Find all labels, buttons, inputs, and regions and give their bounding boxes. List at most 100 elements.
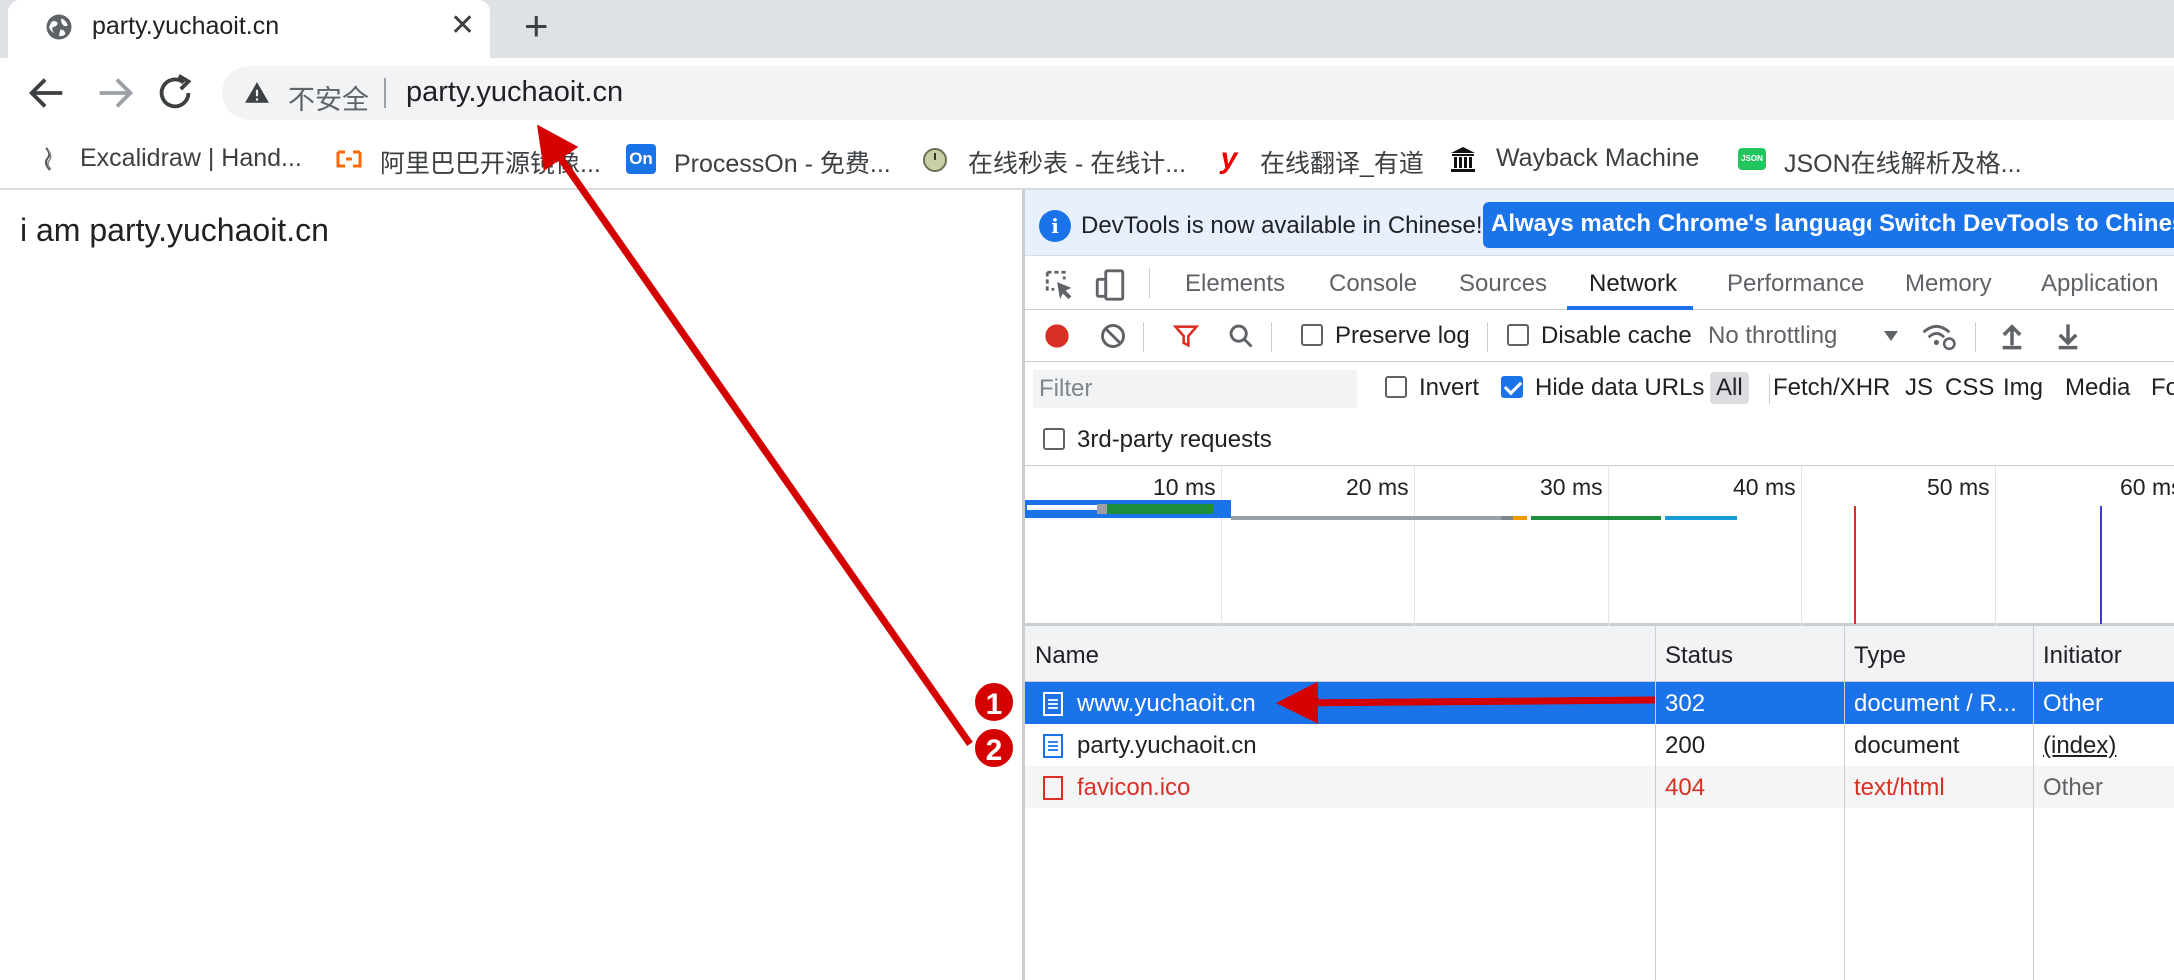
column-type[interactable]: Type: [1854, 642, 1906, 670]
file-error-icon: [1043, 776, 1063, 800]
switch-chinese-button[interactable]: Switch DevTools to Chinese: [1871, 202, 2174, 248]
type-filter-js[interactable]: JS: [1905, 374, 1933, 402]
back-arrow-icon[interactable]: [24, 70, 70, 116]
infobar-message: DevTools is now available in Chinese!: [1081, 212, 1483, 239]
tab-sources[interactable]: Sources: [1459, 270, 1547, 298]
page-body-text: i am party.yuchaoit.cn: [20, 212, 329, 248]
tab-memory[interactable]: Memory: [1905, 270, 1992, 298]
omnibox-divider: [384, 78, 386, 108]
filter-bar: Invert Hide data URLs All Fetch/XHR JS C…: [1025, 362, 2174, 416]
caret-down-icon[interactable]: [1883, 330, 1899, 342]
devtools-infobar: i DevTools is now available in Chinese! …: [1025, 190, 2174, 256]
stopwatch-icon: [923, 148, 947, 172]
excalidraw-icon: [45, 147, 52, 171]
toolbar-divider: [1487, 322, 1488, 352]
export-har-icon[interactable]: [2055, 322, 2081, 350]
document-icon: [1043, 734, 1063, 758]
tab-title: party.yuchaoit.cn: [92, 12, 280, 40]
inspect-element-icon[interactable]: [1043, 268, 1077, 302]
clear-icon[interactable]: [1099, 322, 1127, 350]
tab-performance[interactable]: Performance: [1727, 270, 1864, 298]
close-tab-icon[interactable]: ✕: [450, 8, 475, 43]
column-initiator[interactable]: Initiator: [2043, 642, 2122, 670]
address-bar[interactable]: 不安全 party.yuchaoit.cn: [222, 66, 2174, 120]
third-party-checkbox[interactable]: [1043, 428, 1065, 450]
alibaba-icon: [336, 150, 362, 168]
tab-elements[interactable]: Elements: [1185, 270, 1285, 298]
browser-toolbar: 不安全 party.yuchaoit.cn: [0, 58, 2174, 128]
hide-data-urls-label: Hide data URLs: [1535, 374, 1705, 401]
hide-data-urls-checkbox[interactable]: [1501, 376, 1523, 398]
bookmarks-bar: Excalidraw | Hand... 阿里巴巴开源镜像... On Proc…: [0, 128, 2174, 190]
network-conditions-icon[interactable]: [1921, 320, 1957, 352]
new-tab-button[interactable]: +: [524, 2, 549, 50]
preserve-log-checkbox[interactable]: [1301, 324, 1323, 346]
import-har-icon[interactable]: [1999, 322, 2025, 350]
type-filter-font[interactable]: Fo: [2151, 374, 2174, 402]
row-type: document: [1854, 732, 1960, 759]
row-name: favicon.ico: [1077, 774, 1191, 801]
tab-network[interactable]: Network: [1589, 270, 1677, 298]
annotation-badge-2: 2: [972, 726, 1016, 770]
type-filter-img[interactable]: Img: [2003, 374, 2043, 402]
tab-console[interactable]: Console: [1329, 270, 1417, 298]
row-name: party.yuchaoit.cn: [1077, 732, 1257, 759]
column-divider[interactable]: [1655, 626, 1656, 980]
forward-arrow-icon[interactable]: [92, 70, 138, 116]
url-text[interactable]: party.yuchaoit.cn: [406, 76, 623, 109]
processon-icon: On: [626, 144, 656, 174]
tab-application[interactable]: Application: [2041, 270, 2158, 298]
filter-input[interactable]: [1033, 370, 1357, 408]
record-icon[interactable]: [1043, 322, 1071, 350]
row-status: 302: [1665, 690, 1706, 717]
type-filter-css[interactable]: CSS: [1945, 374, 1994, 402]
youdao-icon: y: [1220, 142, 1238, 175]
wayback-icon: [1451, 147, 1475, 172]
type-filter-media[interactable]: Media: [2065, 374, 2130, 402]
info-icon: i: [1039, 210, 1071, 242]
table-row[interactable]: favicon.ico 404 text/html Other: [1025, 766, 2174, 808]
globe-icon: [46, 14, 72, 40]
annotation-badge-1: 1: [972, 680, 1016, 724]
not-secure-label[interactable]: 不安全: [288, 78, 369, 117]
browser-tab[interactable]: party.yuchaoit.cn ✕: [8, 0, 490, 58]
column-status[interactable]: Status: [1665, 642, 1733, 670]
device-toolbar-icon[interactable]: [1093, 268, 1127, 302]
match-language-button[interactable]: Always match Chrome's language: [1483, 202, 1888, 248]
network-timeline[interactable]: 10 ms 20 ms 30 ms 40 ms 50 ms 60 ms: [1025, 466, 2174, 626]
toolbar-divider: [1143, 322, 1144, 352]
toolbar-divider: [1975, 322, 1976, 352]
third-party-label: 3rd-party requests: [1077, 426, 1272, 453]
json-icon: JSON: [1738, 148, 1766, 170]
row-initiator: Other: [2043, 774, 2104, 801]
devtools-tab-bar: Elements Console Sources Network Perform…: [1025, 256, 2174, 310]
warning-triangle-icon[interactable]: [244, 80, 270, 106]
type-filter-fetch[interactable]: Fetch/XHR: [1773, 374, 1890, 402]
invert-checkbox[interactable]: [1385, 376, 1407, 398]
network-toolbar: Preserve log Disable cache No throttling: [1025, 310, 2174, 362]
column-name[interactable]: Name: [1035, 642, 1099, 670]
requests-table-header: Name Status Type Initiator: [1025, 626, 2174, 682]
row-initiator: Other: [2043, 690, 2104, 717]
type-filter-all[interactable]: All: [1710, 372, 1749, 404]
toolbar-divider: [1149, 268, 1150, 298]
devtools-panel: i DevTools is now available in Chinese! …: [1022, 190, 2174, 980]
disable-cache-checkbox[interactable]: [1507, 324, 1529, 346]
search-icon[interactable]: [1227, 322, 1255, 350]
column-divider[interactable]: [1844, 626, 1845, 980]
table-row[interactable]: party.yuchaoit.cn 200 document (index): [1025, 724, 2174, 766]
row-type: text/html: [1854, 774, 1945, 801]
tab-strip: party.yuchaoit.cn ✕ +: [0, 0, 2174, 58]
throttling-select[interactable]: No throttling: [1708, 322, 1837, 350]
third-party-bar: 3rd-party requests: [1025, 416, 2174, 466]
column-divider[interactable]: [2033, 626, 2034, 980]
toolbar-divider: [1271, 322, 1272, 352]
row-initiator-link[interactable]: (index): [2043, 732, 2116, 760]
filter-icon[interactable]: [1171, 322, 1201, 350]
invert-label: Invert: [1419, 374, 1480, 401]
toolbar-divider: [1769, 374, 1770, 404]
preserve-log-label: Preserve log: [1335, 322, 1470, 349]
row-status: 404: [1665, 774, 1706, 801]
table-row[interactable]: www.yuchaoit.cn 302 document / R... Othe…: [1025, 682, 2174, 724]
reload-icon[interactable]: [152, 70, 198, 116]
